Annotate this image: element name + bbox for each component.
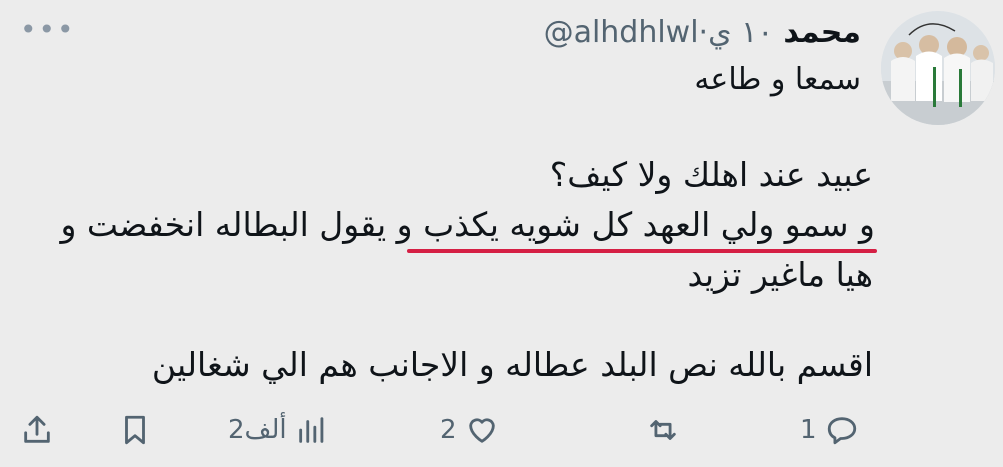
body-line-2: و سمو ولي العهد كل شويه يكذب و يقول البط… <box>60 205 875 244</box>
views-button[interactable]: 2ألف <box>228 400 329 460</box>
retweet-button[interactable] <box>646 400 680 460</box>
comment-icon <box>827 417 856 445</box>
bookmark-button[interactable] <box>118 400 152 460</box>
avatar[interactable] <box>881 11 995 125</box>
tweet-header: محمد @alhdhlwl·١٠ ي <box>544 12 861 52</box>
like-button[interactable]: 2 <box>440 400 499 460</box>
views-count: 2ألف <box>228 415 287 445</box>
share-icon <box>24 415 50 443</box>
more-options-icon[interactable]: ••• <box>20 16 74 44</box>
body-line-1: عبيد عند اهلك ولا كيف؟ <box>549 155 873 194</box>
action-bar: 2ألف 2 1 <box>0 400 1003 460</box>
tweet[interactable]: ••• محمد @alhdhlwl·١٠ ي سمعا و طاعه عبيد… <box>0 0 1003 467</box>
reply-button[interactable]: 1 <box>800 400 859 460</box>
avatar-image <box>881 11 995 125</box>
like-count: 2 <box>440 415 457 445</box>
heart-icon <box>468 418 495 443</box>
analytics-icon <box>298 417 323 443</box>
display-name[interactable]: محمد <box>783 15 861 50</box>
handle-and-time[interactable]: @alhdhlwl·١٠ ي <box>544 15 774 50</box>
body-line-3: هيا ماغير تزيد <box>687 255 873 294</box>
retweet-icon <box>650 420 676 440</box>
share-button[interactable] <box>20 400 54 460</box>
bookmark-icon <box>125 415 145 445</box>
reply-count: 1 <box>800 415 817 445</box>
reply-text: سمعا و طاعه <box>694 62 861 97</box>
highlight-underline <box>407 249 877 253</box>
body-line-4: اقسم بالله نص البلد عطاله و الاجانب هم ا… <box>151 345 873 384</box>
